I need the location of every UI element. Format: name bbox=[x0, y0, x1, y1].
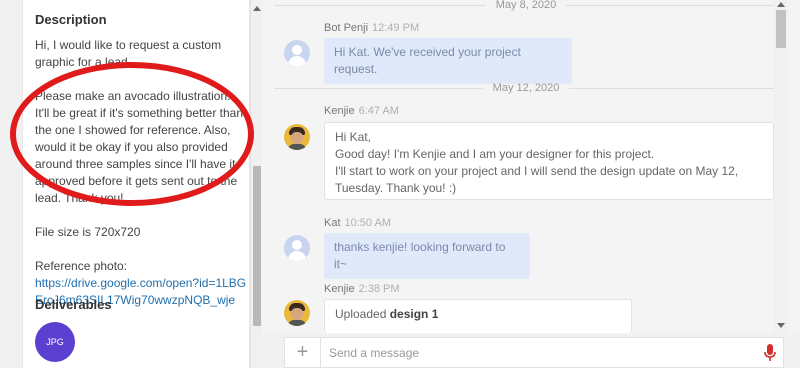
message-composer: + bbox=[284, 337, 784, 368]
designer-avatar bbox=[284, 124, 310, 150]
scroll-down-arrow-icon[interactable] bbox=[777, 323, 785, 328]
chat-scrollbar-thumb[interactable] bbox=[776, 10, 786, 48]
message-time: 10:50 AM bbox=[344, 217, 391, 229]
upload-filename[interactable]: design 1 bbox=[390, 307, 439, 321]
message-sender: Kenjie 2:38 PM bbox=[324, 283, 400, 295]
message-time: 2:38 PM bbox=[358, 283, 400, 295]
message-bubble: Hi Kat. We've received your project requ… bbox=[324, 38, 572, 84]
chat-thread: May 8, 2020 Bot Penji 12:49 PM Hi Kat. We… bbox=[262, 0, 800, 334]
plus-icon[interactable]: + bbox=[285, 337, 321, 368]
message-sender: Bot Penji 12:49 PM bbox=[324, 22, 419, 34]
app-root: Description Hi, I would like to request … bbox=[0, 0, 800, 368]
message-line: Hi Kat, bbox=[335, 130, 372, 144]
user-avatar-icon bbox=[284, 235, 310, 261]
scroll-up-arrow-icon[interactable] bbox=[253, 6, 261, 11]
message-bubble[interactable]: Uploaded design 1 bbox=[324, 299, 632, 333]
sender-name: Kenjie bbox=[324, 283, 355, 295]
date-label: May 8, 2020 bbox=[495, 0, 557, 11]
reference-label: Reference photo: bbox=[35, 259, 128, 273]
message-sender: Kenjie 6:47 AM bbox=[324, 105, 399, 117]
description-paragraph-1: Hi, I would like to request a custom gra… bbox=[35, 38, 222, 69]
date-separator: May 12, 2020 bbox=[274, 80, 778, 96]
date-separator: May 8, 2020 bbox=[274, 0, 779, 13]
description-text: Hi, I would like to request a custom gra… bbox=[35, 37, 247, 309]
message-sender: Kat 10:50 AM bbox=[324, 217, 391, 229]
scroll-up-arrow-icon[interactable] bbox=[777, 2, 785, 7]
message-bubble: Hi Kat, Good day! I'm Kenjie and I am yo… bbox=[324, 122, 774, 200]
message-time: 6:47 AM bbox=[358, 105, 399, 117]
project-details-card: Description Hi, I would like to request … bbox=[22, 0, 250, 368]
microphone-icon-svg bbox=[764, 343, 776, 361]
microphone-icon[interactable] bbox=[757, 338, 783, 367]
sender-name: Bot Penji bbox=[324, 22, 369, 34]
designer-avatar bbox=[284, 300, 310, 326]
date-label: May 12, 2020 bbox=[492, 82, 560, 94]
deliverables-title: Deliverables bbox=[35, 297, 112, 312]
user-avatar-icon bbox=[284, 40, 310, 66]
deliverable-jpg-badge[interactable]: JPG bbox=[35, 322, 75, 362]
message-input[interactable] bbox=[321, 338, 757, 367]
message-time: 12:49 PM bbox=[372, 22, 420, 34]
description-paragraph-2: Please make an avocado illustration. It'… bbox=[35, 89, 244, 205]
description-title: Description bbox=[35, 12, 107, 27]
upload-prefix: Uploaded bbox=[335, 307, 387, 321]
chat-scrollbar[interactable] bbox=[774, 0, 788, 334]
file-size-text: File size is 720x720 bbox=[35, 225, 141, 239]
left-scrollbar-thumb[interactable] bbox=[253, 166, 261, 326]
project-details-panel: Description Hi, I would like to request … bbox=[0, 0, 262, 368]
left-scrollbar[interactable] bbox=[250, 0, 262, 368]
sender-name: Kat bbox=[324, 217, 341, 229]
message-bubble: thanks kenjie! looking forward to it~ bbox=[324, 233, 530, 279]
sender-name: Kenjie bbox=[324, 105, 355, 117]
message-line: Good day! I'm Kenjie and I am your desig… bbox=[335, 147, 655, 161]
message-line: I'll start to work on your project and I… bbox=[335, 164, 739, 195]
